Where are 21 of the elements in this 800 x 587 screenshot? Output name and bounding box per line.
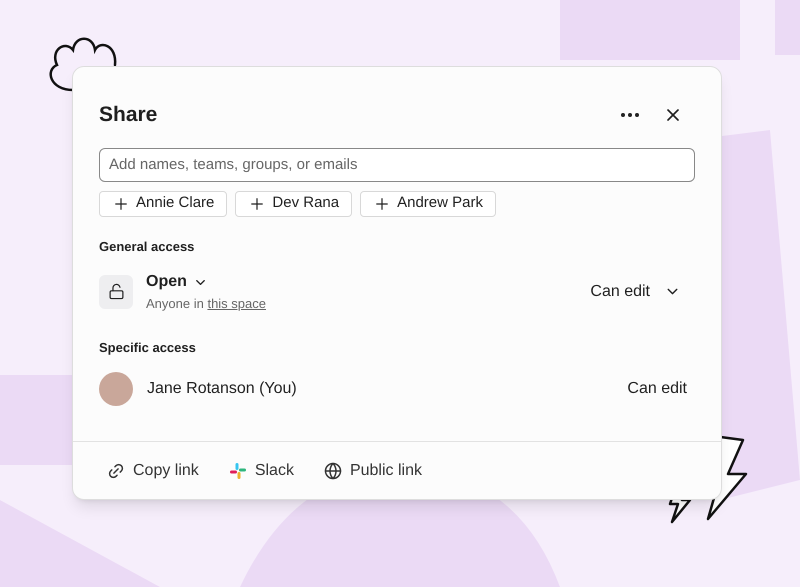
share-option-button[interactable]: Public link xyxy=(324,458,422,482)
search-field[interactable]: Add names, teams, groups, or emails xyxy=(99,148,695,182)
suggested-person-button[interactable]: Andrew Park xyxy=(360,190,496,216)
share-option-button[interactable]: Slack xyxy=(228,458,294,482)
section-heading: Specific access xyxy=(99,338,197,357)
avatar-placeholder xyxy=(99,372,133,406)
permission-dropdown[interactable]: Can edit xyxy=(590,280,681,304)
space-link[interactable]: this space xyxy=(207,296,266,311)
unlocked-padlock-icon xyxy=(99,274,133,309)
access-description: Anyone in this space xyxy=(146,295,267,313)
slack-icon xyxy=(228,462,247,480)
section-heading: General access xyxy=(99,238,196,256)
member-name: Jane Rotanson (You) xyxy=(147,379,298,399)
suggested-person-button[interactable]: Annie Clare xyxy=(99,190,228,216)
share-option-button[interactable]: Copy link xyxy=(107,458,199,482)
suggested-person-button[interactable]: Dev Rana xyxy=(235,190,352,216)
member-permission: Can edit xyxy=(627,379,687,399)
access-dropdown[interactable]: Open xyxy=(146,270,208,294)
globe-icon xyxy=(324,462,342,480)
more-icon xyxy=(621,112,639,117)
dialog-title: Share xyxy=(99,102,158,128)
